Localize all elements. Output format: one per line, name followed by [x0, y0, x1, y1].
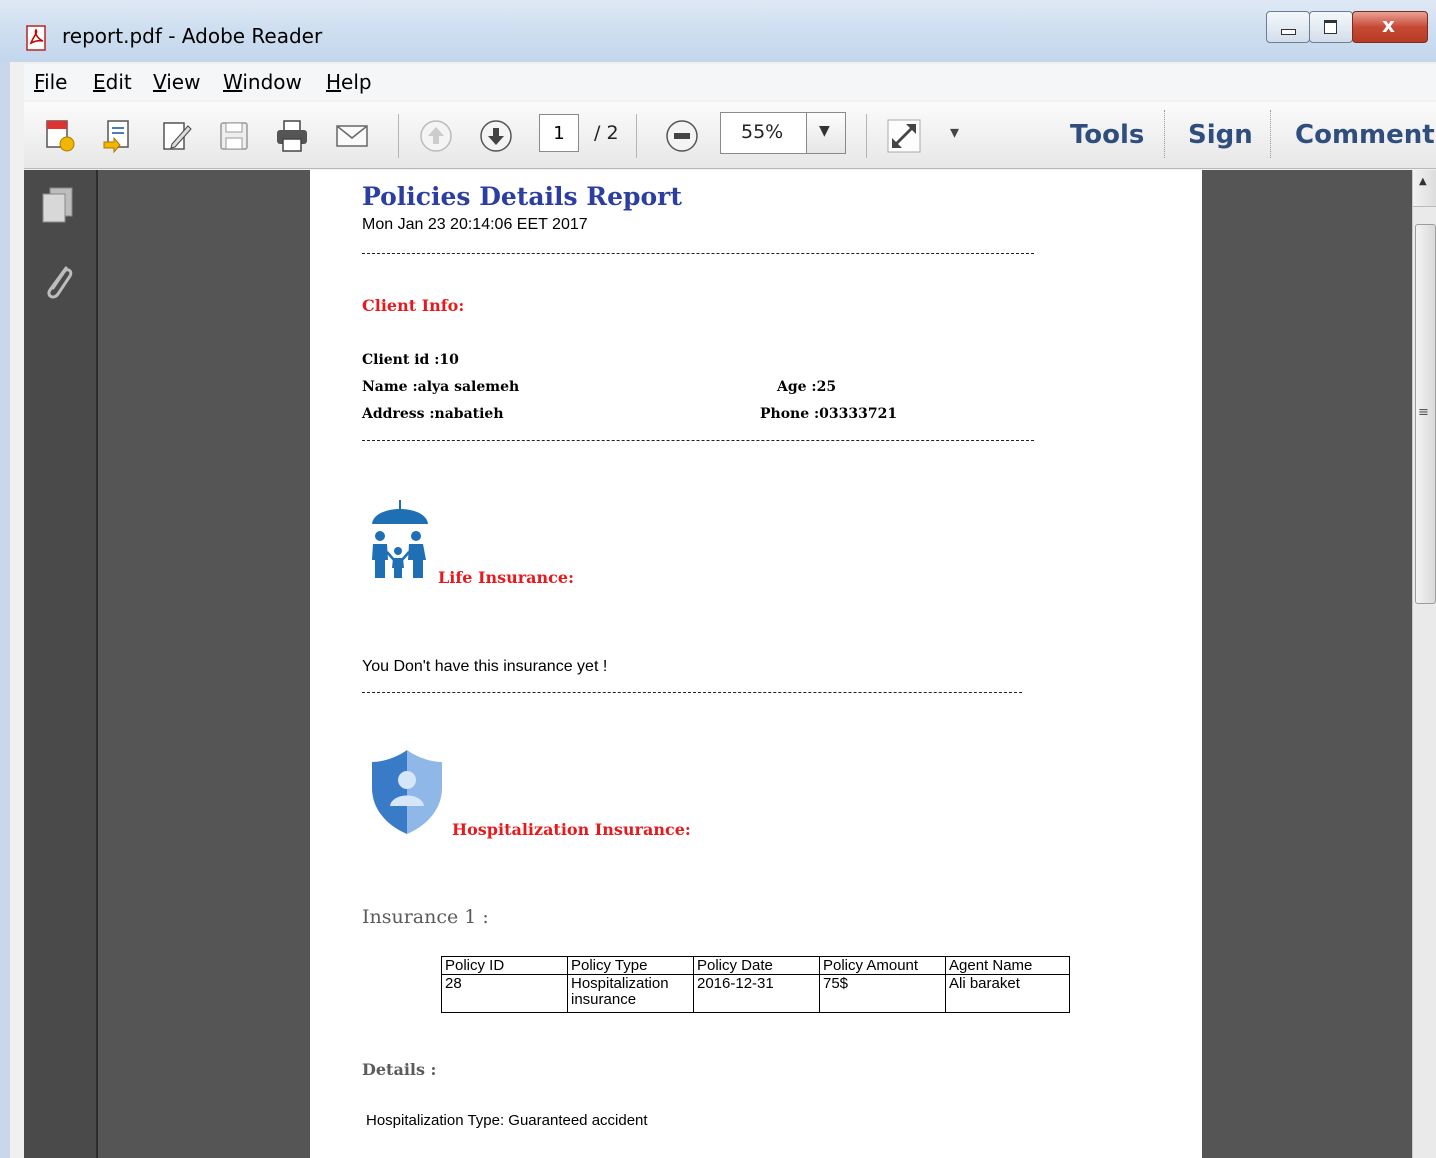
menu-bar: File Edit View Window Help ×: [24, 64, 1436, 100]
menu-window[interactable]: Window: [223, 70, 302, 94]
insurance-label: Insurance 1 :: [362, 906, 489, 928]
create-pdf-icon[interactable]: [42, 118, 78, 154]
divider: [362, 440, 1034, 441]
policy-table: Policy ID Policy Type Policy Date Policy…: [441, 956, 1070, 1013]
toolbar-separator: [1270, 110, 1271, 158]
attachments-icon[interactable]: [38, 260, 78, 304]
scroll-thumb[interactable]: ≡: [1415, 224, 1436, 604]
divider: [362, 253, 1034, 254]
email-icon[interactable]: [334, 118, 370, 154]
table-cell: 28: [441, 974, 568, 1013]
zoom-value: 55%: [741, 121, 784, 143]
pdf-page: Policies Details Report Mon Jan 23 20:14…: [310, 170, 1202, 1158]
menu-view[interactable]: View: [153, 70, 200, 94]
client-phone: Phone :03333721: [760, 406, 898, 422]
print-icon[interactable]: [274, 118, 310, 154]
menu-file-label: ile: [44, 70, 68, 94]
toolbar-separator: [866, 114, 867, 158]
menu-edit-label: dit: [105, 70, 132, 94]
toolbar-separator: [1164, 110, 1165, 158]
table-header-cell: Policy Date: [693, 956, 820, 975]
menu-help-label: elp: [341, 70, 372, 94]
menu-file-accel: F: [34, 70, 45, 94]
pages-panel-icon[interactable]: [38, 184, 78, 228]
report-date: Mon Jan 23 20:14:06 EET 2017: [362, 216, 588, 233]
save-icon[interactable]: [216, 118, 252, 154]
table-header-cell: Policy Type: [567, 956, 694, 975]
toolbar-separator: [398, 114, 399, 158]
menu-file[interactable]: File: [34, 70, 67, 94]
table-cell: Hospitalization insurance: [567, 974, 694, 1013]
close-icon: x: [1382, 13, 1395, 37]
zoom-out-icon[interactable]: [664, 118, 700, 154]
client-info-heading: Client Info:: [362, 296, 465, 315]
shield-person-icon: [372, 750, 442, 834]
umbrella-family-icon: [372, 500, 428, 578]
minimize-icon: [1281, 29, 1296, 35]
menu-help-accel: H: [326, 70, 342, 94]
details-text: Hospitalization Type: Guaranteed acciden…: [366, 1112, 648, 1129]
pdf-app-icon: [26, 25, 46, 51]
report-title: Policies Details Report: [362, 182, 682, 211]
client-name: Name :alya salemeh: [362, 379, 520, 395]
table-row: 28 Hospitalization insurance 2016-12-31 …: [441, 974, 1070, 1013]
hospitalization-heading: Hospitalization Insurance:: [452, 820, 691, 839]
title-bar: report.pdf - Adobe Reader x: [0, 0, 1436, 62]
scroll-up-button[interactable]: ▲: [1413, 170, 1436, 207]
edit-icon[interactable]: [158, 118, 194, 154]
divider: [362, 692, 1022, 693]
zoom-dropdown-button[interactable]: ▼: [806, 113, 845, 153]
menu-window-label: indow: [242, 70, 302, 94]
open-icon[interactable]: [100, 118, 136, 154]
life-insurance-message: You Don't have this insurance yet !: [362, 658, 608, 675]
table-cell: Ali baraket: [945, 974, 1070, 1013]
table-header-cell: Agent Name: [945, 956, 1070, 975]
page-number-input[interactable]: 1: [539, 114, 579, 152]
zoom-select[interactable]: 55% ▼: [720, 112, 846, 154]
chevron-up-icon: ▲: [1419, 176, 1427, 187]
grip-icon: ≡: [1418, 405, 1429, 420]
menu-edit[interactable]: Edit: [93, 70, 132, 94]
menu-window-accel: W: [223, 70, 243, 94]
maximize-button[interactable]: [1309, 11, 1353, 43]
fullscreen-icon[interactable]: [886, 118, 922, 154]
table-cell: 75$: [819, 974, 946, 1013]
client-address: Address :nabatieh: [362, 406, 504, 422]
table-header-cell: Policy Amount: [819, 956, 946, 975]
menu-help[interactable]: Help: [326, 70, 372, 94]
page-total: / 2: [594, 122, 619, 144]
sign-button[interactable]: Sign: [1188, 120, 1253, 150]
window-title: report.pdf - Adobe Reader: [62, 24, 323, 48]
vertical-scrollbar[interactable]: ▲ ≡: [1412, 170, 1436, 1158]
toolbar-separator: [636, 114, 637, 158]
table-header-cell: Policy ID: [441, 956, 568, 975]
menu-view-label: iew: [166, 70, 201, 94]
more-tools-icon[interactable]: ▾: [950, 122, 959, 143]
client-id: Client id :10: [362, 352, 459, 368]
page-down-icon[interactable]: [478, 118, 514, 154]
table-header-row: Policy ID Policy Type Policy Date Policy…: [441, 956, 1070, 975]
minimize-button[interactable]: [1266, 11, 1310, 43]
navigation-panel: [24, 170, 98, 1158]
maximize-icon: [1324, 20, 1337, 34]
table-cell: 2016-12-31: [693, 974, 820, 1013]
page-up-icon[interactable]: [418, 118, 454, 154]
tools-button[interactable]: Tools: [1070, 120, 1144, 150]
close-button[interactable]: x: [1352, 11, 1428, 43]
chevron-down-icon: ▼: [819, 123, 830, 139]
details-label: Details :: [362, 1060, 437, 1079]
menu-view-accel: V: [153, 70, 167, 94]
life-insurance-heading: Life Insurance:: [438, 568, 574, 587]
menu-edit-accel: E: [93, 70, 106, 94]
client-age: Age :25: [777, 379, 837, 395]
comment-button[interactable]: Comment: [1295, 120, 1435, 150]
